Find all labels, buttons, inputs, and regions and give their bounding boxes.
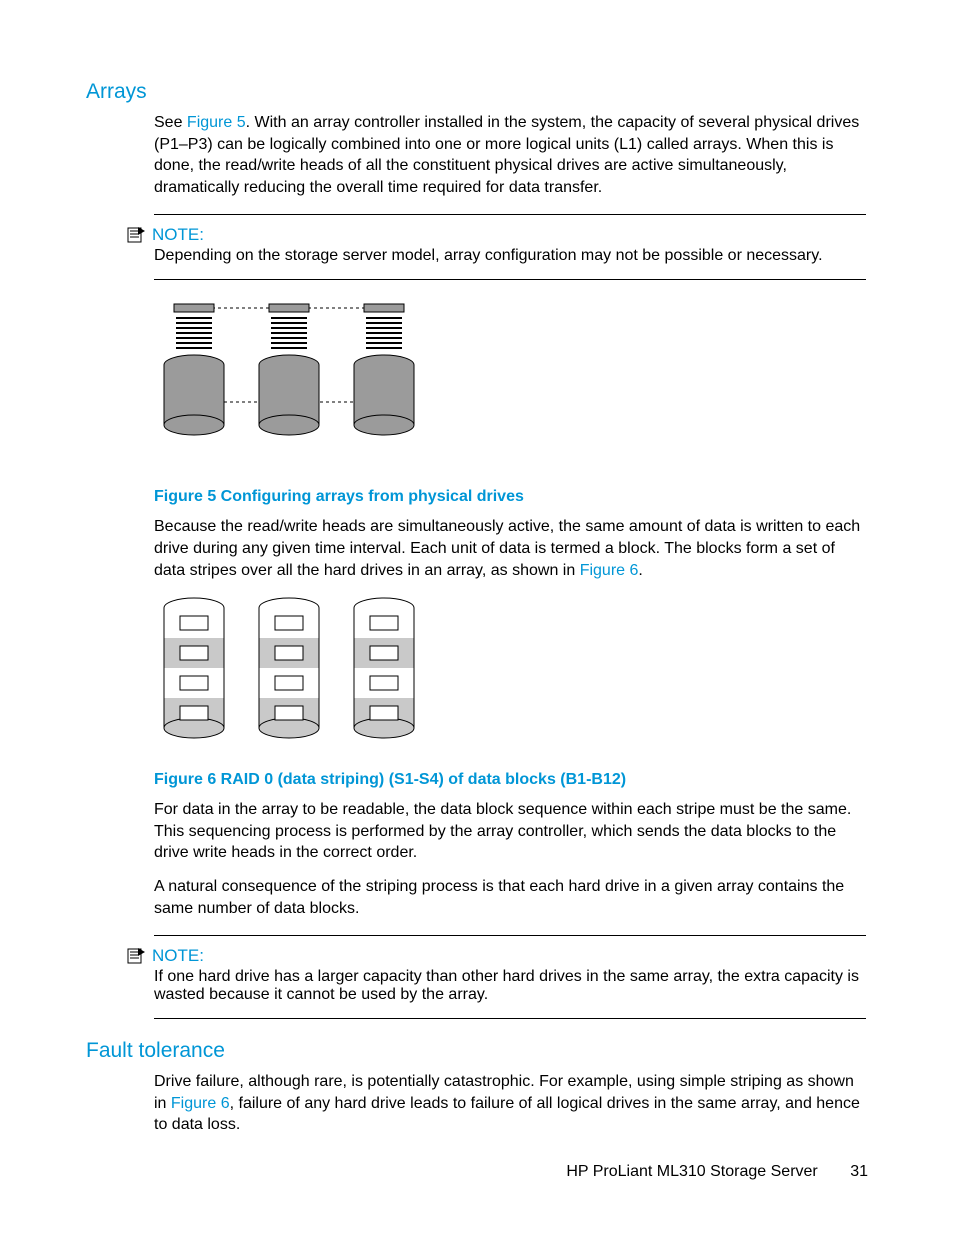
figure-6-graphic — [154, 593, 434, 753]
paragraph-readable: For data in the array to be readable, th… — [154, 799, 866, 864]
paragraph-fault-intro: Drive failure, although rare, is potenti… — [154, 1071, 866, 1136]
note-label: NOTE: — [152, 946, 204, 966]
footer-product: HP ProLiant ML310 Storage Server — [566, 1163, 817, 1180]
figure-6-caption: Figure 6 RAID 0 (data striping) (S1-S4) … — [154, 771, 866, 789]
link-figure-6-b[interactable]: Figure 6 — [171, 1095, 230, 1112]
link-figure-5[interactable]: Figure 5 — [187, 114, 246, 131]
text: Because the read/write heads are simulta… — [154, 518, 860, 578]
link-figure-6[interactable]: Figure 6 — [580, 562, 639, 579]
text: . With an array controller installed in … — [154, 114, 859, 196]
note-text: Depending on the storage server model, a… — [154, 247, 866, 265]
note-block-1: NOTE: Depending on the storage server mo… — [154, 214, 866, 280]
note-text: If one hard drive has a larger capacity … — [154, 968, 866, 1004]
paragraph-arrays-intro: See Figure 5. With an array controller i… — [154, 112, 866, 198]
text: , failure of any hard drive leads to fai… — [154, 1095, 860, 1134]
note-block-2: NOTE: If one hard drive has a larger cap… — [154, 935, 866, 1019]
note-label: NOTE: — [152, 225, 204, 245]
note-icon — [126, 226, 146, 244]
section-heading-fault-tolerance: Fault tolerance — [86, 1039, 866, 1063]
figure-5-caption: Figure 5 Configuring arrays from physica… — [154, 488, 866, 506]
paragraph-consequence: A natural consequence of the striping pr… — [154, 876, 866, 919]
note-icon — [126, 947, 146, 965]
footer-page-number: 31 — [850, 1163, 868, 1180]
text: See — [154, 114, 187, 131]
text: . — [638, 562, 642, 579]
paragraph-after-fig5: Because the read/write heads are simulta… — [154, 516, 866, 581]
figure-5-graphic — [154, 300, 434, 470]
section-heading-arrays: Arrays — [86, 80, 866, 104]
page-footer: HP ProLiant ML310 Storage Server 31 — [566, 1163, 868, 1181]
